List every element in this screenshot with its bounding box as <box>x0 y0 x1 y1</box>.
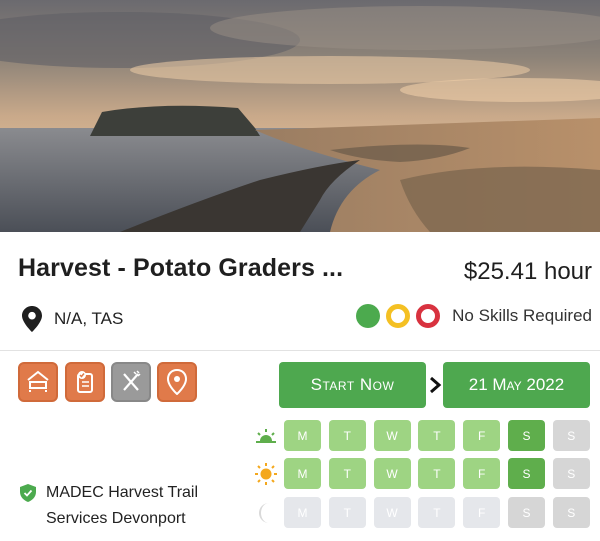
amenity-meals[interactable] <box>111 362 151 402</box>
divider <box>0 350 600 351</box>
moon-icon <box>253 500 279 526</box>
day-cell[interactable]: T <box>418 497 456 528</box>
map-pin-icon <box>22 306 42 332</box>
bed-icon <box>27 370 49 392</box>
day-cell[interactable]: W <box>373 497 411 528</box>
day-cell[interactable]: T <box>328 497 366 528</box>
day-cell[interactable]: M <box>284 458 321 489</box>
day-cell[interactable]: S <box>552 458 590 489</box>
schedule-row-night: M T W T F S S <box>253 497 598 528</box>
company-name-line1[interactable]: MADEC Harvest Trail <box>46 480 198 506</box>
job-title[interactable]: Harvest - Potato Graders ... <box>18 254 343 283</box>
skill-yellow-dot <box>386 304 411 328</box>
location: N/A, TAS <box>22 303 123 335</box>
amenity-document[interactable] <box>65 362 105 402</box>
day-cell[interactable]: S <box>552 497 590 528</box>
day-cell[interactable]: W <box>373 458 411 489</box>
day-cell[interactable]: F <box>463 420 501 451</box>
job-price: $25.41 hour <box>463 258 592 285</box>
start-date-button[interactable]: 21 May 2022 <box>443 362 590 408</box>
amenity-accommodation[interactable] <box>18 362 58 402</box>
day-cell[interactable]: T <box>418 458 456 489</box>
schedule-row-day: M T W T F S S <box>253 458 598 489</box>
fork-knife-icon <box>123 370 141 391</box>
sun-icon <box>253 461 279 487</box>
start-now-button[interactable]: Start Now <box>279 362 426 408</box>
day-cell[interactable]: F <box>463 497 501 528</box>
skill-green-dot <box>356 304 381 328</box>
skill-red-dot <box>416 304 441 328</box>
day-cell[interactable]: T <box>328 420 366 451</box>
day-cell[interactable]: W <box>373 420 411 451</box>
day-cell[interactable]: M <box>284 420 321 451</box>
day-cell[interactable]: S <box>507 497 545 528</box>
day-cell[interactable]: F <box>463 458 501 489</box>
company: MADEC Harvest Trail Services Devonport <box>20 480 198 532</box>
chevron-right-icon <box>430 376 442 394</box>
map-pin-icon <box>166 369 188 395</box>
company-name-line2[interactable]: Services Devonport <box>46 506 198 532</box>
skills-label: No Skills Required <box>452 306 592 325</box>
schedule-row-morning: M T W T F S S <box>253 420 598 451</box>
day-cell[interactable]: S <box>507 420 545 451</box>
day-cell[interactable]: S <box>552 420 590 451</box>
day-cell[interactable]: M <box>284 497 321 528</box>
verified-shield-icon <box>20 484 36 502</box>
document-icon <box>77 371 93 393</box>
location-text: N/A, TAS <box>54 309 124 328</box>
sunrise-icon <box>253 423 279 449</box>
day-cell[interactable]: T <box>328 458 366 489</box>
day-cell[interactable]: S <box>507 458 545 489</box>
skill-level: No Skills Required <box>356 304 592 328</box>
day-cell[interactable]: T <box>418 420 456 451</box>
amenity-location[interactable] <box>157 362 197 402</box>
hero-image <box>0 0 600 232</box>
